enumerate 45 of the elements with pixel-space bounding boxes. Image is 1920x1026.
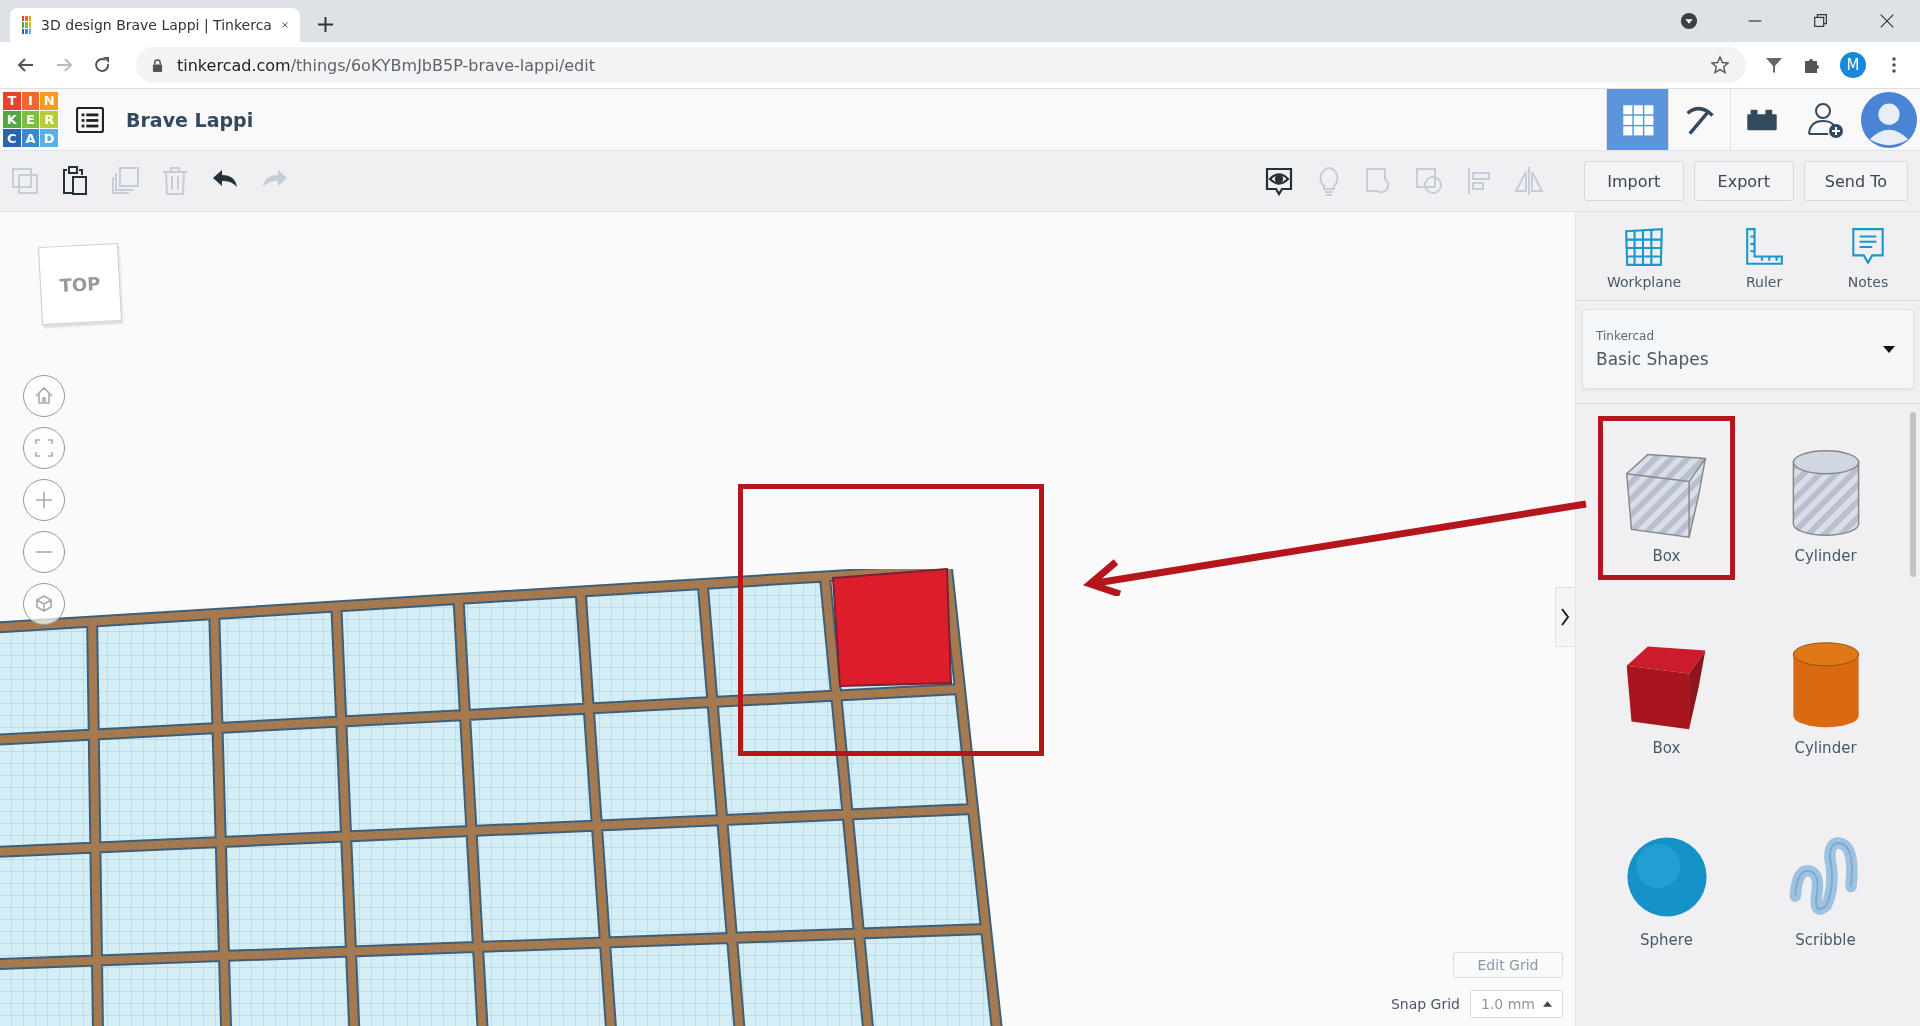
reload-icon[interactable] <box>92 55 112 75</box>
shape-button[interactable]: Box <box>1598 416 1735 580</box>
design-name[interactable]: Brave Lappi <box>126 108 254 131</box>
workplane-grid-icon <box>1623 226 1666 268</box>
ruler-icon <box>1743 226 1786 268</box>
toolbar-action-button[interactable]: Import <box>1583 161 1684 201</box>
shape-button[interactable]: Cylinder <box>1757 608 1894 772</box>
ortho-button[interactable] <box>23 583 65 625</box>
shape-library-dropdown[interactable]: Tinkercad Basic Shapes <box>1582 309 1914 389</box>
library-source-label: Tinkercad <box>1596 329 1656 343</box>
toolbar-action-button[interactable]: Send To <box>1803 161 1908 201</box>
workplane-tool-button[interactable]: Workplane <box>1606 226 1682 290</box>
panel-collapse-button[interactable] <box>1555 587 1575 647</box>
grid-icon <box>1620 102 1655 137</box>
library-category: Basic Shapes <box>1596 349 1710 369</box>
new-tab-icon[interactable] <box>318 17 333 32</box>
tinkercad-logo[interactable]: T I N K E R C A D <box>3 92 58 147</box>
toolbar-action-button[interactable]: Export <box>1693 161 1794 201</box>
profile-avatar[interactable]: M <box>1840 52 1866 78</box>
box-shape[interactable] <box>832 568 952 687</box>
snap-grid-label: Snap Grid <box>1390 996 1460 1012</box>
browser-tab[interactable]: 3D design Brave Lappi | Tinkerca <box>10 8 300 42</box>
caret-icon <box>1883 345 1895 353</box>
chevron-right-icon <box>1560 607 1570 627</box>
tinkercad-favicon-icon <box>22 16 32 34</box>
shape-button[interactable]: Box <box>1598 608 1735 772</box>
close-icon[interactable] <box>281 19 288 31</box>
user-avatar-icon[interactable] <box>1860 90 1918 149</box>
shape-button[interactable]: Sphere <box>1598 800 1735 964</box>
filter-extension-icon[interactable] <box>1764 55 1784 75</box>
star-icon[interactable] <box>1710 55 1730 75</box>
shape-button[interactable]: Cylinder <box>1757 416 1894 580</box>
ruler-tool-button[interactable]: Ruler <box>1743 226 1786 290</box>
address-field[interactable]: tinkercad.com/things/6oKYBmJbB5P-brave-lappi/edit <box>136 47 1746 83</box>
tab-title: 3D design Brave Lappi | Tinkerca <box>41 17 272 33</box>
tab-search-icon[interactable] <box>1680 12 1698 30</box>
restore-icon[interactable] <box>1812 12 1830 30</box>
fit-view-icon <box>32 436 56 460</box>
shape-button[interactable]: Scribble <box>1757 800 1894 964</box>
notes-tool-button[interactable]: Notes <box>1847 226 1889 290</box>
close-icon[interactable] <box>1878 12 1896 30</box>
lock-icon <box>152 58 163 72</box>
minus-icon <box>36 551 52 553</box>
design-list-icon[interactable] <box>76 106 104 133</box>
caret-icon <box>1543 1001 1552 1007</box>
